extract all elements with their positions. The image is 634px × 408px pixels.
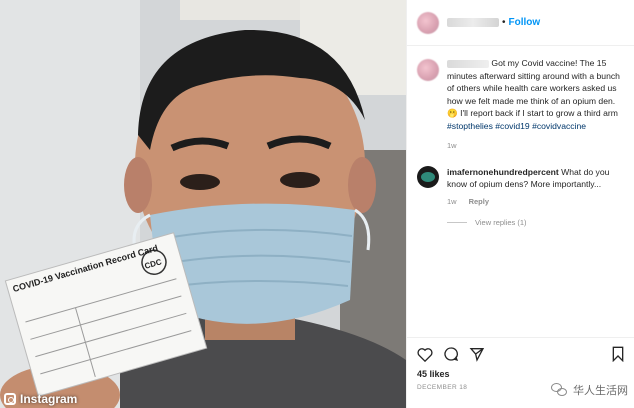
- action-icons: [417, 346, 625, 362]
- view-replies-button[interactable]: View replies (1): [447, 218, 625, 227]
- wechat-watermark: 华人生活网: [551, 382, 628, 398]
- commenter-avatar[interactable]: [417, 165, 439, 188]
- author-avatar[interactable]: [417, 11, 439, 34]
- hashtag-link[interactable]: #covidvaccine: [532, 121, 586, 131]
- comment-meta: 1w Reply: [447, 197, 625, 206]
- wechat-watermark-text: 华人生活网: [573, 385, 628, 397]
- comments-section: Got my Covid vaccine! The 15 minutes aft…: [407, 47, 634, 337]
- instagram-watermark: Instagram: [4, 392, 77, 406]
- heart-icon[interactable]: [417, 347, 433, 362]
- commenter-username[interactable]: imafernonehundredpercent: [447, 167, 559, 177]
- hashtag-link[interactable]: #stopthelies: [447, 121, 493, 131]
- post-header: • Follow: [407, 0, 634, 46]
- replies-divider: [447, 221, 467, 223]
- post-panel: • Follow Got my Covid vaccine! The 15 mi…: [406, 0, 634, 408]
- reply-button[interactable]: Reply: [469, 197, 489, 206]
- post-photo[interactable]: COVID-19 Vaccination Record Card CDC Ins…: [0, 0, 406, 408]
- caption-author-username-blurred[interactable]: [447, 59, 489, 68]
- view-replies-label: View replies (1): [475, 217, 527, 227]
- hashtag-link[interactable]: #covid19: [495, 121, 529, 131]
- author-username-blurred[interactable]: [447, 18, 499, 27]
- comment-icon[interactable]: [443, 346, 459, 362]
- selfie-illustration: COVID-19 Vaccination Record Card CDC: [0, 0, 406, 408]
- comment-timestamp[interactable]: 1w: [447, 197, 457, 206]
- bookmark-icon[interactable]: [611, 346, 625, 362]
- follow-button[interactable]: Follow: [509, 17, 541, 28]
- separator-dot: •: [502, 17, 506, 28]
- wechat-icon: [551, 383, 567, 397]
- post-caption: Got my Covid vaccine! The 15 minutes aft…: [417, 57, 625, 133]
- caption-timestamp[interactable]: 1w: [447, 141, 625, 150]
- likes-count[interactable]: 45 likes: [417, 369, 625, 379]
- instagram-logo-icon: [4, 393, 16, 405]
- instagram-watermark-text: Instagram: [20, 392, 78, 406]
- caption-author-avatar[interactable]: [417, 59, 439, 81]
- share-icon[interactable]: [469, 346, 485, 362]
- comment-item: imafernonehundredpercent What do you kno…: [417, 165, 625, 191]
